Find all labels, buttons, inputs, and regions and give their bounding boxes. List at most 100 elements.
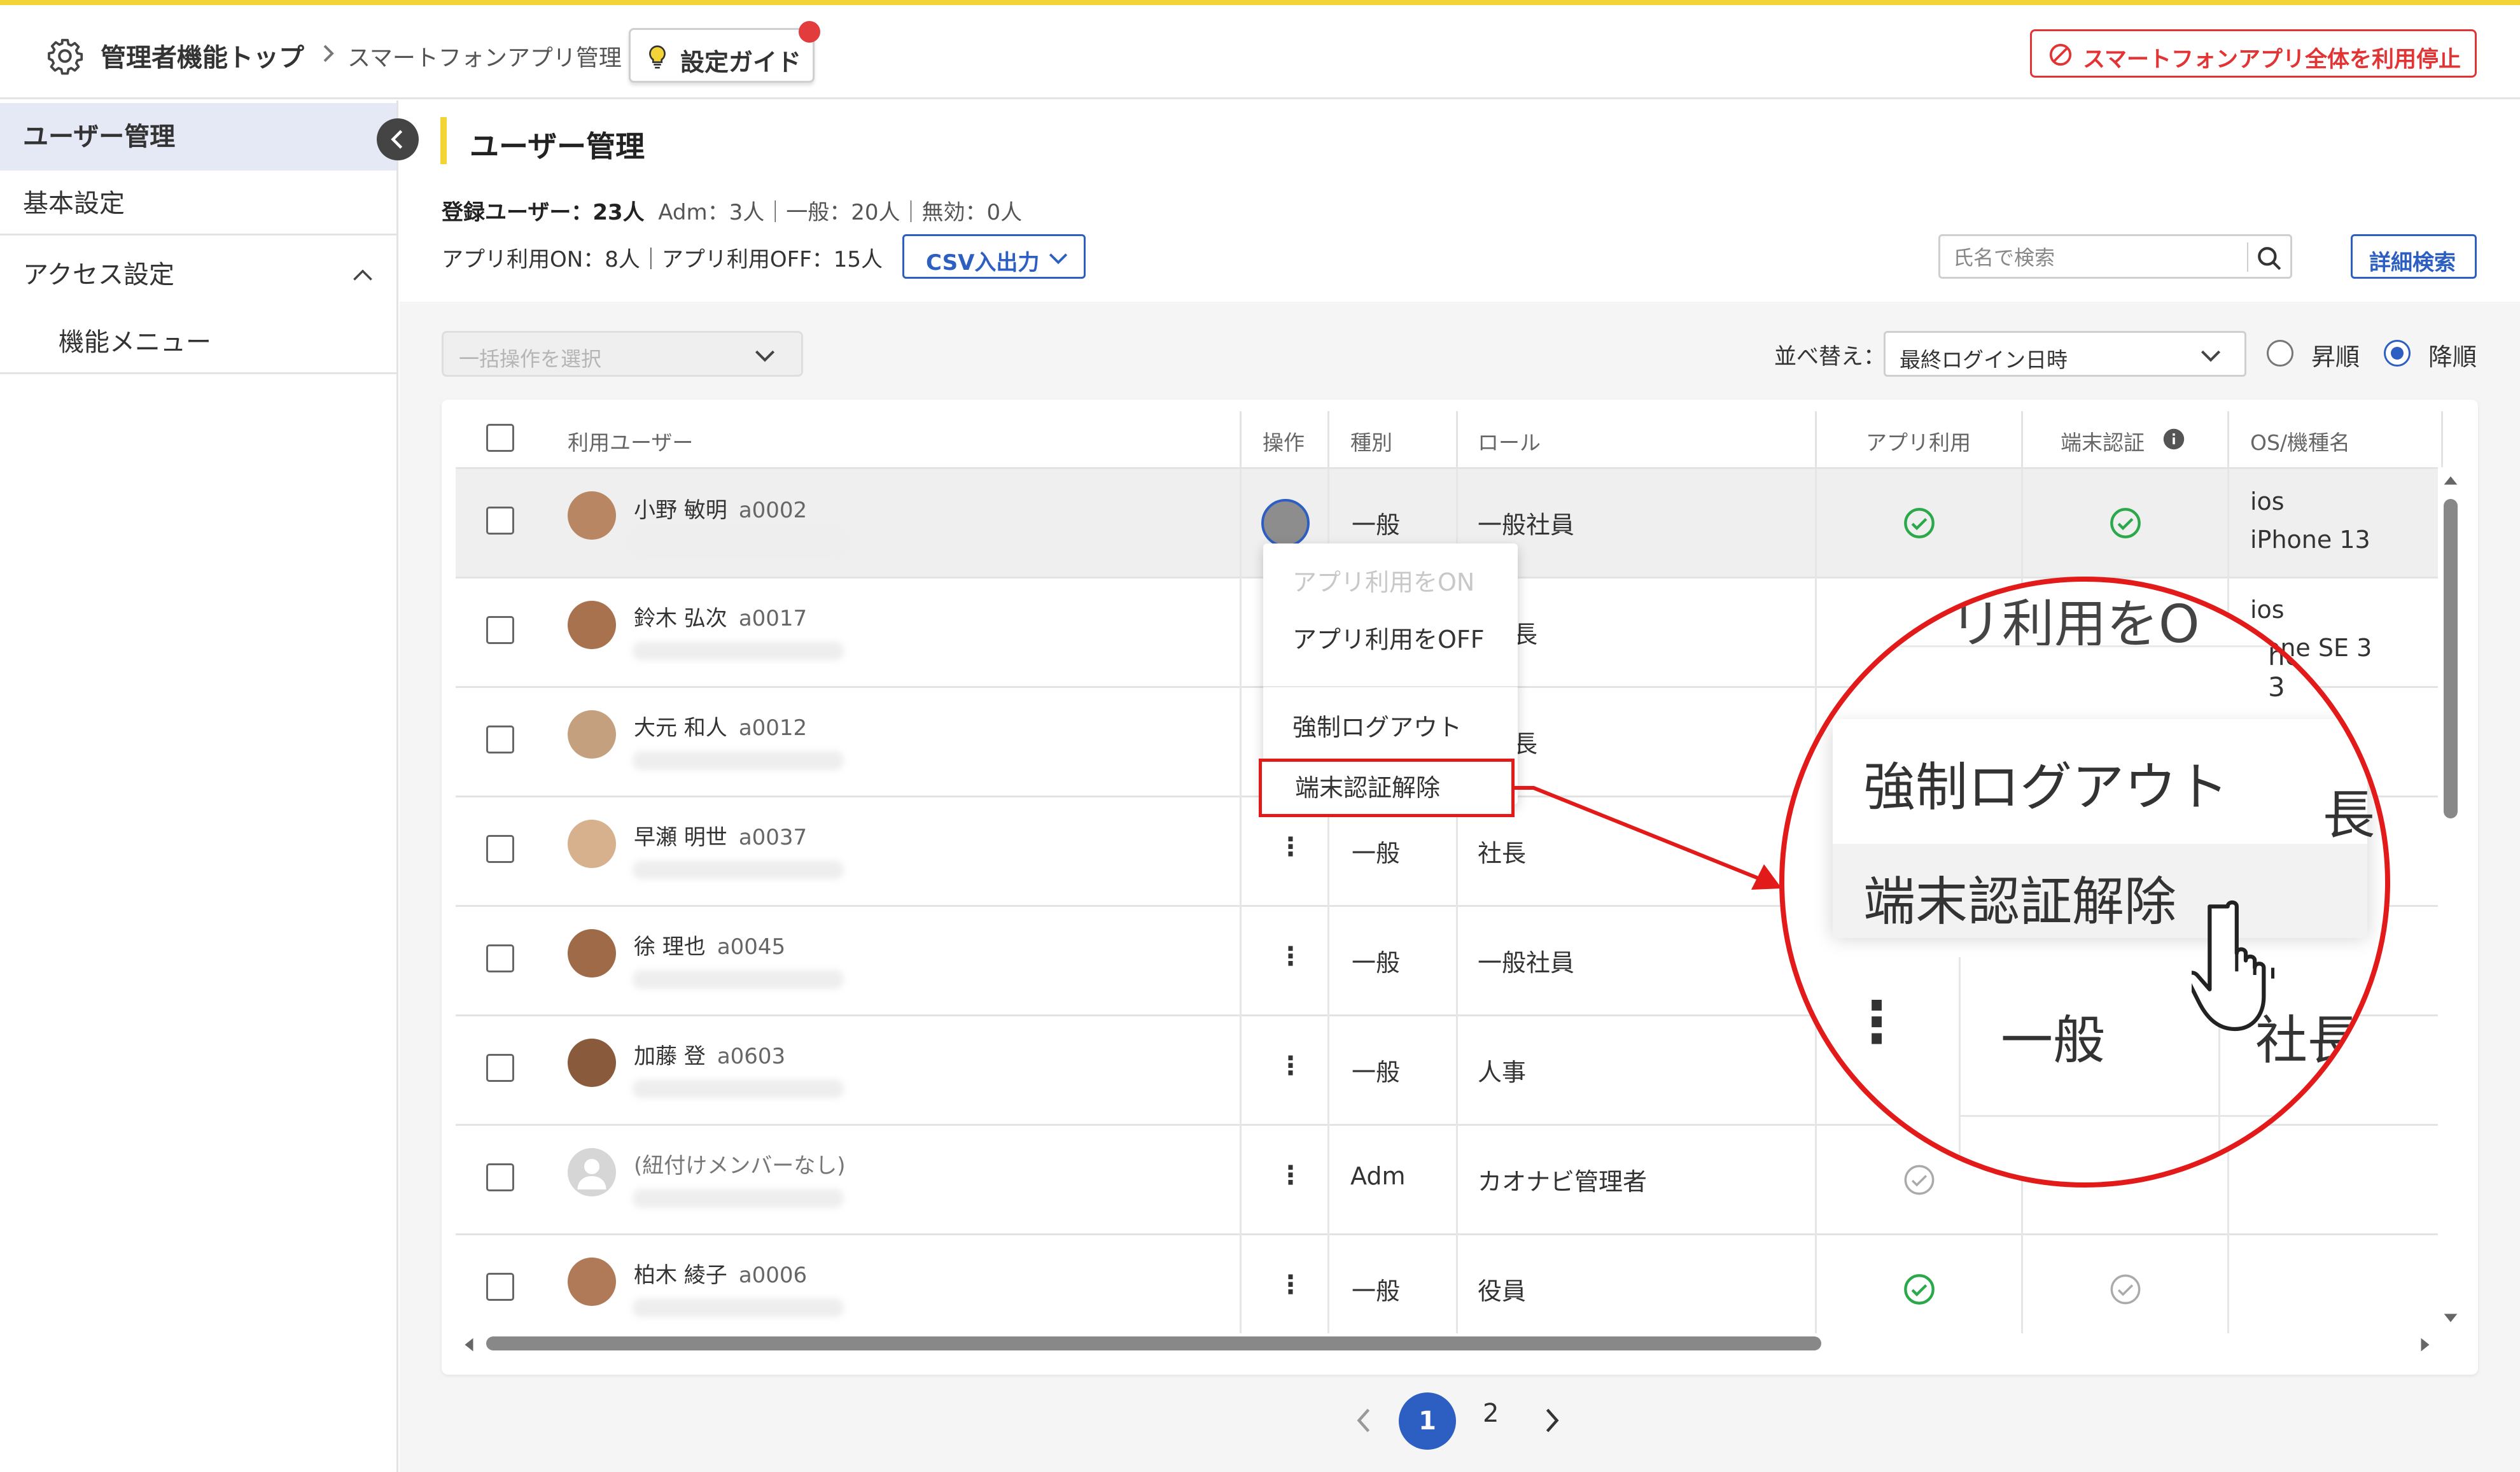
- role-breakdown: Adm：3人｜一般：20人｜無効：0人: [658, 200, 1023, 225]
- radio-descending[interactable]: [2384, 340, 2411, 367]
- sidebar-item-access-settings[interactable]: アクセス設定: [0, 243, 396, 307]
- notification-dot: [799, 21, 820, 43]
- row-action-menu-icon[interactable]: ⋮: [1278, 942, 1303, 971]
- prev-page-icon[interactable]: [1354, 1405, 1373, 1436]
- csv-io-button[interactable]: CSV入出力: [902, 234, 1086, 279]
- vertical-scrollbar-thumb[interactable]: [2444, 499, 2458, 818]
- type-cell: 一般: [1352, 949, 1401, 977]
- user-name: 早瀬 明世 a0037: [634, 820, 807, 851]
- row-action-menu-icon[interactable]: ⋮: [1278, 832, 1303, 862]
- role-cell: 一般社員: [1478, 949, 1575, 977]
- user-id: a0045: [717, 934, 786, 960]
- chevron-left-icon: [391, 130, 403, 149]
- sidebar-item-user-management[interactable]: ユーザー管理: [0, 103, 396, 171]
- select-all-checkbox[interactable]: [486, 424, 514, 452]
- avatar: [568, 601, 616, 649]
- sidebar-item-basic-settings[interactable]: 基本設定: [0, 172, 396, 235]
- zoom-check-icon: [1863, 1131, 1897, 1165]
- avatar: [568, 710, 616, 759]
- user-name: 鈴木 弘次 a0017: [634, 601, 807, 632]
- header-device-auth: 端末認証: [2061, 430, 2145, 455]
- zoom-column-divider: [1959, 957, 1961, 1182]
- row-checkbox[interactable]: [486, 1273, 514, 1301]
- breadcrumb-admin-top[interactable]: 管理者機能トップ: [101, 37, 304, 74]
- sidebar-item-function-menu[interactable]: 機能メニュー: [0, 311, 396, 374]
- header-role: ロール: [1478, 430, 1541, 455]
- type-cell: 一般: [1352, 511, 1401, 539]
- type-cell: Adm: [1350, 1162, 1406, 1190]
- row-checkbox[interactable]: [486, 725, 514, 754]
- setup-guide-label: 設定ガイド: [680, 48, 802, 76]
- scroll-up-arrow-icon[interactable]: [2442, 473, 2459, 487]
- title-accent: [440, 117, 447, 164]
- name-search: [1938, 234, 2292, 279]
- role-cell: カオナビ管理者: [1478, 1168, 1648, 1196]
- row-checkbox[interactable]: [486, 507, 514, 535]
- user-id: a0006: [738, 1263, 808, 1288]
- search-input[interactable]: [1953, 245, 2233, 270]
- row-checkbox[interactable]: [486, 1163, 514, 1191]
- header-divider: [2441, 411, 2443, 467]
- radio-ascending[interactable]: [2267, 340, 2293, 367]
- row-checkbox[interactable]: [486, 1054, 514, 1082]
- action-menu-button-active[interactable]: [1261, 499, 1310, 547]
- advanced-search-label: 詳細検索: [2369, 250, 2456, 276]
- header-divider: [1456, 411, 1458, 467]
- horizontal-scrollbar-thumb[interactable]: [486, 1336, 1821, 1350]
- row-checkbox[interactable]: [486, 944, 514, 972]
- user-name: 大元 和人 a0012: [634, 710, 807, 741]
- info-icon[interactable]: [2162, 428, 2185, 451]
- user-name-text: 柏木 綾子: [634, 1263, 727, 1288]
- zoom-kebab-icon: ⋮: [1848, 989, 1905, 1056]
- row-checkbox[interactable]: [486, 835, 514, 863]
- search-icon[interactable]: [2256, 245, 2283, 272]
- bulk-action-select[interactable]: 一括操作を選択: [442, 331, 803, 377]
- registered-count: 登録ユーザー：23人: [442, 200, 645, 225]
- user-id: a0017: [738, 606, 808, 631]
- stop-all-app-button[interactable]: スマートフォンアプリ全体を利用停止: [2030, 29, 2477, 78]
- chevron-down-icon: [2201, 350, 2221, 362]
- prohibited-icon: [2049, 43, 2072, 66]
- gear-icon[interactable]: [46, 37, 84, 75]
- descending-label: 降順: [2428, 343, 2477, 371]
- page-1-button[interactable]: 1: [1399, 1392, 1456, 1450]
- check-circle-inactive-icon: [2110, 1274, 2141, 1305]
- blurred-email: [633, 1189, 844, 1208]
- header-divider: [1815, 411, 1817, 467]
- zoom-role-text: 長: [2323, 785, 2376, 846]
- scroll-left-arrow-icon[interactable]: [462, 1336, 476, 1353]
- advanced-search-button[interactable]: 詳細検索: [2351, 234, 2477, 279]
- page-2-button[interactable]: 2: [1483, 1399, 1499, 1428]
- user-name-text: 徐 理也: [634, 934, 706, 960]
- row-action-menu-icon[interactable]: ⋮: [1278, 1051, 1303, 1081]
- user-id: a0012: [738, 715, 808, 741]
- role-cell: 一般社員: [1478, 511, 1575, 539]
- user-name: 徐 理也 a0045: [634, 929, 785, 960]
- chevron-down-icon: [1049, 253, 1068, 265]
- chevron-down-icon: [755, 350, 775, 362]
- menu-item-app-on: アプリ利用をON: [1292, 568, 1475, 596]
- top-accent-line: [0, 0, 2520, 5]
- pointer-hand-icon: [2192, 900, 2275, 1032]
- avatar-placeholder: [568, 1148, 616, 1196]
- setup-guide-button[interactable]: 設定ガイド: [629, 21, 820, 83]
- role-cell: 人事: [1478, 1058, 1527, 1086]
- bulk-action-placeholder: 一括操作を選択: [459, 347, 602, 371]
- page-title: ユーザー管理: [470, 129, 645, 164]
- next-page-icon[interactable]: [1543, 1405, 1562, 1436]
- blurred-email: [633, 970, 844, 989]
- collapse-sidebar-button[interactable]: [377, 118, 419, 160]
- row-checkbox[interactable]: [486, 616, 514, 644]
- avatar: [568, 491, 616, 540]
- header-divider: [1240, 411, 1242, 467]
- menu-item-release-device-auth[interactable]: 端末認証解除: [1259, 759, 1515, 817]
- scroll-down-arrow-icon[interactable]: [2442, 1311, 2459, 1325]
- row-action-menu-icon[interactable]: ⋮: [1278, 1161, 1303, 1190]
- menu-item-app-off[interactable]: アプリ利用をOFF: [1263, 620, 1518, 655]
- row-action-menu-icon[interactable]: ⋮: [1278, 1270, 1303, 1300]
- header-os: OS/機種名: [2250, 430, 2351, 455]
- scroll-right-arrow-icon[interactable]: [2418, 1336, 2432, 1353]
- menu-item-force-logout[interactable]: 強制ログアウト: [1263, 708, 1518, 743]
- sort-select[interactable]: 最終ログイン日時: [1884, 331, 2246, 377]
- zoom-callout: リ利用をO ios hone SE 3 強制ログアウト 端末認証解除 長 ⋮ 一…: [1779, 577, 2390, 1188]
